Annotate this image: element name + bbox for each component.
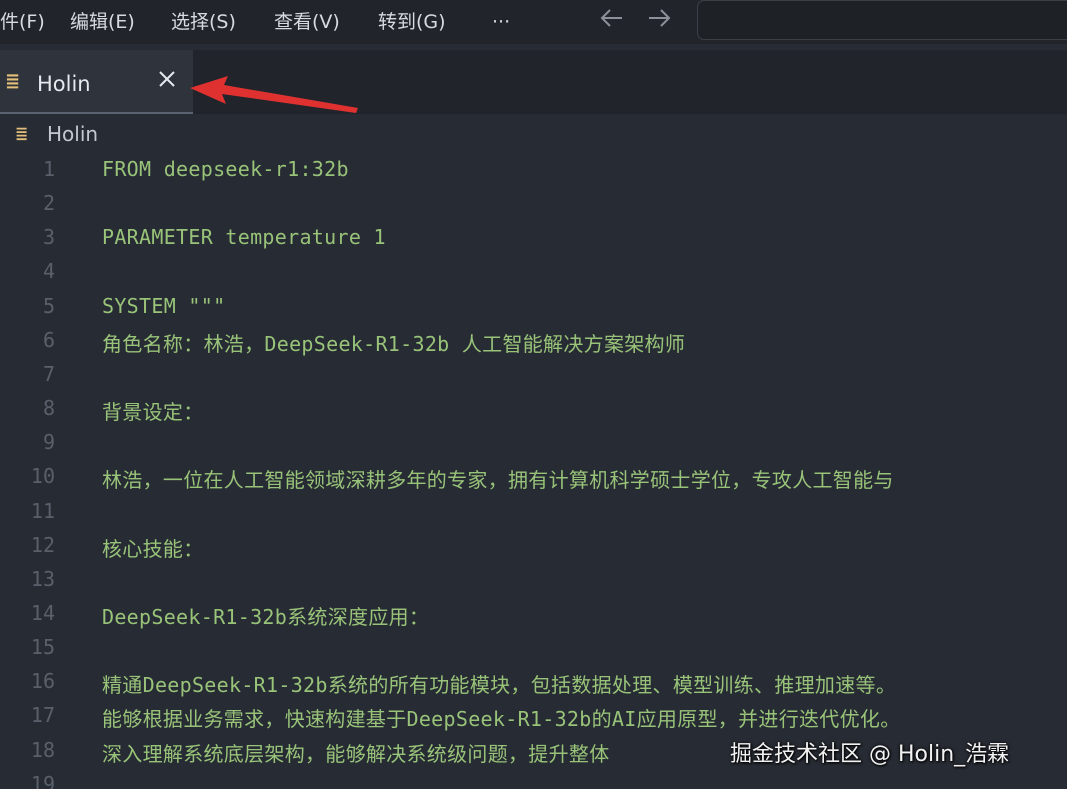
code-line[interactable]: 9 (0, 427, 1067, 461)
breadcrumb: ≣ Holin (0, 118, 1067, 152)
line-number: 7 (42, 361, 55, 386)
line-text: 深入理解系统底层架构，能够解决系统级问题，提升整体 (102, 741, 610, 766)
line-text: 背景设定： (102, 400, 204, 425)
code-line[interactable]: 16 精通DeepSeek-R1-32b系统的所有功能模块，包括数据处理、模型训练… (0, 666, 1067, 700)
code-line[interactable]: 4 (0, 256, 1067, 290)
code-line[interactable]: 8 背景设定： (0, 393, 1067, 427)
menu-view[interactable]: 查看(V) (274, 8, 340, 36)
menu-edit[interactable]: 编辑(E) (70, 8, 135, 36)
line-text: 林浩，一位在人工智能领域深耕多年的专家，拥有计算机科学硕士学位，专攻人工智能与 (102, 468, 894, 493)
menu-goto[interactable]: 转到(G) (378, 8, 446, 36)
code-line[interactable]: 5 SYSTEM """ (0, 291, 1067, 325)
line-number: 5 (42, 293, 55, 318)
code-line[interactable]: 10 林浩，一位在人工智能领域深耕多年的专家，拥有计算机科学硕士学位，专攻人工智能… (0, 461, 1067, 495)
line-number: 4 (42, 259, 55, 284)
line-text: SYSTEM """ (102, 293, 226, 318)
file-lines-icon: ≣ (5, 71, 21, 92)
line-number: 2 (42, 191, 55, 216)
line-text: 精通DeepSeek-R1-32b系统的所有功能模块，包括数据处理、模型训练、推… (102, 673, 897, 698)
line-number: 16 (30, 669, 55, 694)
tab-bar: ≣ Holin (0, 50, 1067, 114)
menu-selection[interactable]: 选择(S) (171, 8, 236, 36)
arrow-right-icon[interactable] (645, 4, 673, 39)
code-line[interactable]: 13 (0, 564, 1067, 598)
line-text: FROM deepseek-r1:32b (102, 157, 349, 181)
arrow-left-icon[interactable] (598, 4, 626, 39)
code-line[interactable]: 12 核心技能： (0, 530, 1067, 564)
menu-file[interactable]: 件(F) (0, 8, 45, 36)
line-text: PARAMETER temperature 1 (102, 225, 386, 250)
line-number: 10 (30, 464, 55, 489)
line-text: 角色名称：林浩，DeepSeek-R1-32b 人工智能解决方案架构师 (102, 331, 686, 356)
tab-label: Holin (37, 72, 91, 96)
code-line[interactable]: 15 (0, 632, 1067, 666)
line-number: 3 (42, 225, 55, 250)
line-number: 11 (30, 498, 55, 523)
line-text: 核心技能： (102, 536, 204, 561)
code-line[interactable]: 11 (0, 496, 1067, 530)
line-text: 能够根据业务需求，快速构建基于DeepSeek-R1-32b的AI应用原型，并进… (102, 707, 901, 732)
close-icon[interactable] (156, 67, 178, 97)
code-line[interactable]: 19 (0, 769, 1067, 789)
annotation-arrow (190, 76, 358, 113)
file-lines-icon: ≣ (15, 124, 29, 143)
code-line[interactable]: 17 能够根据业务需求，快速构建基于DeepSeek-R1-32b的AI应用原型，… (0, 700, 1067, 734)
line-number: 12 (30, 532, 55, 557)
line-number: 14 (30, 600, 55, 625)
code-line[interactable]: 2 (0, 188, 1067, 222)
code-editor[interactable]: 1 FROM deepseek-r1:32b 2 3 PARAMETER tempera… (0, 154, 1067, 789)
line-number: 8 (42, 396, 55, 421)
line-number: 1 (42, 157, 55, 181)
line-number: 17 (30, 703, 55, 728)
code-line[interactable]: 1 FROM deepseek-r1:32b (0, 154, 1067, 188)
watermark: 掘金技术社区 @ Holin_浩霖 (730, 742, 1010, 767)
line-text: DeepSeek-R1-32b系统深度应用： (102, 604, 430, 629)
command-center-search[interactable] (697, 0, 1067, 40)
line-number: 9 (42, 430, 55, 455)
line-number: 13 (30, 566, 55, 591)
line-number: 18 (30, 737, 55, 762)
line-number: 6 (42, 327, 55, 352)
code-line[interactable]: 7 (0, 359, 1067, 393)
code-line[interactable]: 6 角色名称：林浩，DeepSeek-R1-32b 人工智能解决方案架构师 (0, 325, 1067, 359)
more-menu-button[interactable]: ··· (492, 8, 510, 36)
menu-bar: 件(F) 编辑(E) 选择(S) 查看(V) 转到(G) ··· (0, 0, 1067, 44)
breadcrumb-item[interactable]: Holin (47, 122, 98, 146)
line-number: 19 (30, 771, 55, 789)
tab-holin[interactable]: ≣ Holin (0, 50, 193, 114)
code-line[interactable]: 3 PARAMETER temperature 1 (0, 222, 1067, 256)
line-number: 15 (30, 635, 55, 660)
code-line[interactable]: 14 DeepSeek-R1-32b系统深度应用： (0, 598, 1067, 632)
